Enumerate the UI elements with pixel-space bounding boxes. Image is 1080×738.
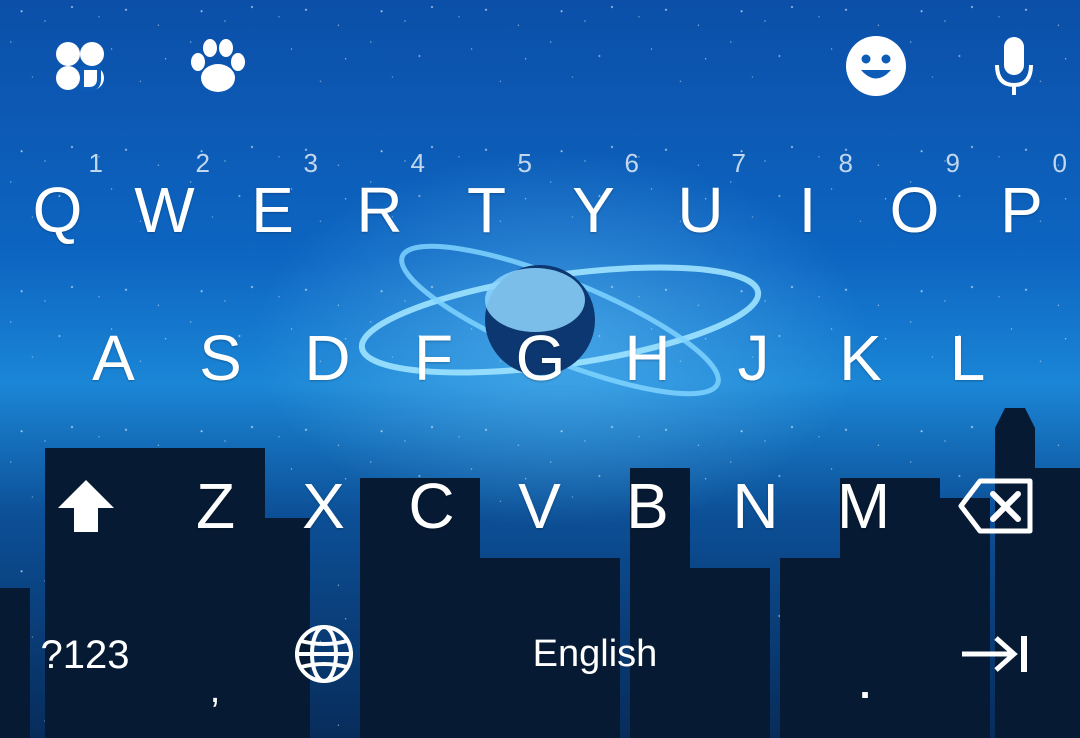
key-label: V [518,470,561,542]
key-b[interactable]: B [594,456,701,556]
key-j[interactable]: J [700,308,807,408]
key-hint: 2 [195,148,210,178]
key-label: C [408,470,455,542]
key-hint: 3 [303,148,318,178]
period-label: . [859,662,871,707]
symbols-label: ?123 [40,632,130,677]
key-v[interactable]: V [486,456,593,556]
tab-arrow-icon [962,636,1027,672]
key-label: T [466,174,507,246]
backspace-key[interactable] [942,456,1049,556]
key-d[interactable]: D [274,308,381,408]
shift-icon [57,480,114,532]
key-u[interactable]: 7U [647,148,754,250]
key-g[interactable]: G [487,308,594,408]
key-label: Z [195,470,236,542]
key-label: B [626,470,669,542]
globe-icon [295,625,353,683]
key-hint: 4 [410,148,425,178]
key-k[interactable]: K [807,308,914,408]
key-label: S [199,322,242,394]
key-s[interactable]: S [167,308,274,408]
backspace-icon [958,478,1032,534]
key-label: A [92,322,135,394]
key-label: R [356,174,403,246]
key-o[interactable]: 9O [861,148,968,250]
key-label: U [677,174,724,246]
key-label: O [889,174,940,246]
key-x[interactable]: X [270,456,377,556]
key-y[interactable]: 6Y [540,148,647,250]
key-label: I [798,174,817,246]
paw-icon[interactable] [186,34,250,98]
key-label: M [836,470,891,542]
key-label: K [839,322,882,394]
key-hint: 7 [731,148,746,178]
period-key[interactable]: . [830,610,900,710]
clover-icon[interactable] [48,34,112,98]
key-label: F [413,322,454,394]
key-label: P [1000,174,1043,246]
key-z[interactable]: Z [162,456,269,556]
key-label: G [515,322,566,394]
comma-key[interactable]: , [180,610,250,711]
enter-key[interactable] [950,614,1040,694]
key-a[interactable]: A [60,308,167,408]
microphone-icon[interactable] [982,34,1046,98]
key-label: J [737,322,770,394]
key-label: L [949,322,986,394]
key-h[interactable]: H [594,308,701,408]
space-language-label: English [532,632,658,675]
key-q[interactable]: 1Q [4,148,111,250]
space-key[interactable]: English [400,614,790,694]
shift-key[interactable] [32,456,139,556]
key-m[interactable]: M [810,456,917,556]
key-c[interactable]: C [378,456,485,556]
key-hint: 5 [517,148,532,178]
key-hint: 1 [88,148,103,178]
language-key[interactable] [284,614,364,694]
key-label: E [251,174,294,246]
key-l[interactable]: L [914,308,1021,408]
key-hint: 6 [624,148,639,178]
key-label: H [624,322,671,394]
key-w[interactable]: 2W [111,148,218,250]
key-t[interactable]: 5T [433,148,540,250]
key-r[interactable]: 4R [326,148,433,250]
key-i[interactable]: 8I [754,148,861,250]
key-p[interactable]: 0P [968,148,1075,250]
comma-label: , [209,668,221,711]
key-e[interactable]: 3E [219,148,326,250]
key-label: N [732,470,779,542]
key-hint: 0 [1052,148,1067,178]
key-label: W [134,174,195,246]
key-label: X [302,470,345,542]
emoji-icon[interactable] [844,34,908,98]
key-hint: 9 [945,148,960,178]
key-f[interactable]: F [380,308,487,408]
symbols-key[interactable]: ?123 [20,610,150,700]
key-label: D [304,322,351,394]
key-hint: 8 [838,148,853,178]
key-label: Q [32,174,83,246]
key-label: Y [572,174,615,246]
key-n[interactable]: N [702,456,809,556]
